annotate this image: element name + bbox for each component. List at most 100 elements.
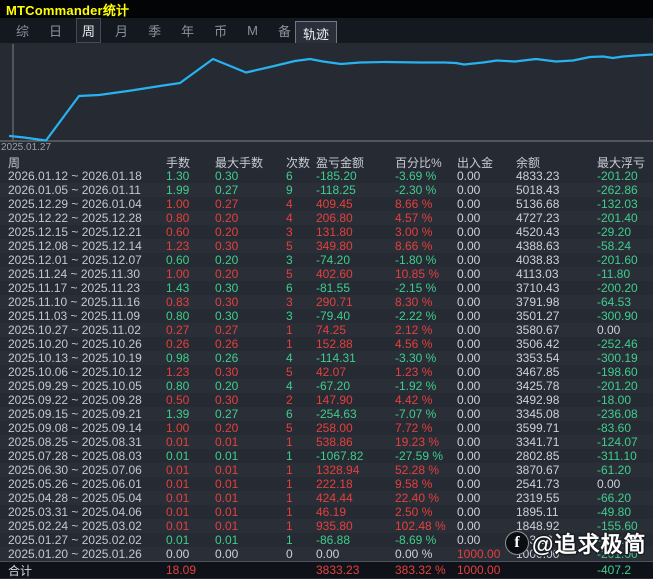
table-row[interactable]: 2025.02.24 ~ 2025.03.020.010.011935.8010…: [0, 519, 653, 533]
cell-period: 2025.10.13 ~ 2025.10.19: [0, 351, 166, 365]
table-row[interactable]: 2025.10.27 ~ 2025.11.020.270.27174.252.1…: [0, 323, 653, 337]
cell-lots: 0.80: [166, 379, 215, 393]
cell-cash: 0.00: [457, 379, 516, 393]
cell-balance: 2541.73: [516, 477, 597, 491]
cell-max_float: -200.20: [597, 281, 645, 295]
cell-times: 1: [286, 519, 316, 533]
cell-balance: 3506.42: [516, 337, 597, 351]
table-row[interactable]: 2025.10.13 ~ 2025.10.190.980.264-114.31-…: [0, 351, 653, 365]
table-row[interactable]: 2025.11.03 ~ 2025.11.090.800.303-79.40-2…: [0, 309, 653, 323]
cell-cash: 0.00: [457, 449, 516, 463]
cell-lots: 1.99: [166, 183, 215, 197]
table-row[interactable]: 2025.09.15 ~ 2025.09.211.390.276-254.63-…: [0, 407, 653, 421]
table-row[interactable]: 2025.09.22 ~ 2025.09.280.500.302147.904.…: [0, 393, 653, 407]
menu-item-M[interactable]: M: [241, 20, 264, 41]
table-row[interactable]: 2025.11.10 ~ 2025.11.160.830.303290.718.…: [0, 295, 653, 309]
cell-period: 2025.03.31 ~ 2025.04.06: [0, 505, 166, 519]
table-row[interactable]: 2025.01.27 ~ 2025.02.020.010.011-86.88-8…: [0, 533, 653, 547]
column-header-lots[interactable]: 手数: [166, 154, 215, 171]
table-row[interactable]: 2025.12.22 ~ 2025.12.280.800.204206.804.…: [0, 211, 653, 225]
cell-balance: 3345.08: [516, 407, 597, 421]
menu-item-月[interactable]: 月: [109, 18, 134, 43]
table-row[interactable]: 2025.06.30 ~ 2025.07.060.010.0111328.945…: [0, 463, 653, 477]
menu-item-币[interactable]: 币: [208, 18, 233, 43]
menu-item-周[interactable]: 周: [76, 18, 101, 43]
cell-pl: -74.20: [316, 253, 395, 267]
table-header-row: 周手数最大手数次数盈亏金额百分比%出入金余额最大浮亏: [0, 155, 653, 169]
column-header-cash[interactable]: 出入金: [457, 154, 516, 171]
total-cash: 1000.00: [457, 563, 516, 577]
cell-times: 3: [286, 309, 316, 323]
table-row[interactable]: 2025.10.20 ~ 2025.10.260.260.261152.884.…: [0, 337, 653, 351]
table-row[interactable]: 2025.07.28 ~ 2025.08.030.010.011-1067.82…: [0, 449, 653, 463]
table-row[interactable]: 2025.01.20 ~ 2025.01.260.000.0000.000.00…: [0, 547, 653, 561]
cell-cash: 0.00: [457, 169, 516, 183]
cell-cash: 0.00: [457, 365, 516, 379]
cell-max_lots: 0.01: [215, 491, 286, 505]
cell-max_lots: 0.01: [215, 463, 286, 477]
column-header-pct[interactable]: 百分比%: [395, 154, 457, 171]
cell-balance: 3353.54: [516, 351, 597, 365]
table-row[interactable]: 2025.12.15 ~ 2025.12.210.600.203131.803.…: [0, 225, 653, 239]
menu-item-备[interactable]: 备: [272, 18, 297, 43]
cell-max_float: -49.80: [597, 505, 645, 519]
table-row[interactable]: 2026.01.12 ~ 2026.01.181.300.306-185.20-…: [0, 169, 653, 183]
cell-cash: 0.00: [457, 505, 516, 519]
table-row[interactable]: 2025.04.28 ~ 2025.05.040.010.011424.4422…: [0, 491, 653, 505]
column-header-pl[interactable]: 盈亏金额: [316, 154, 395, 171]
column-header-max_float[interactable]: 最大浮亏: [597, 154, 645, 171]
cell-times: 3: [286, 295, 316, 309]
cell-pct: -3.30 %: [395, 351, 457, 365]
cell-balance: 4038.83: [516, 253, 597, 267]
table-row[interactable]: 2025.08.25 ~ 2025.08.310.010.011538.8619…: [0, 435, 653, 449]
column-header-times[interactable]: 次数: [286, 154, 316, 171]
cell-cash: 0.00: [457, 253, 516, 267]
cell-lots: 1.23: [166, 239, 215, 253]
table-row[interactable]: 2025.05.26 ~ 2025.06.010.010.011222.189.…: [0, 477, 653, 491]
table-row[interactable]: 2025.12.01 ~ 2025.12.070.600.203-74.20-1…: [0, 253, 653, 267]
cell-pct: 2.50 %: [395, 505, 457, 519]
cell-period: 2025.01.20 ~ 2025.01.26: [0, 547, 166, 561]
table-row[interactable]: 2025.12.29 ~ 2026.01.041.000.274409.458.…: [0, 197, 653, 211]
table-row[interactable]: 2025.09.29 ~ 2025.10.050.800.204-67.20-1…: [0, 379, 653, 393]
table-row[interactable]: 2026.01.05 ~ 2026.01.111.990.279-118.25-…: [0, 183, 653, 197]
table-row[interactable]: 2025.10.06 ~ 2025.10.121.230.30542.071.2…: [0, 365, 653, 379]
cell-times: 1: [286, 533, 316, 547]
cell-max_lots: 0.20: [215, 267, 286, 281]
cell-times: 3: [286, 225, 316, 239]
column-header-balance[interactable]: 余额: [516, 154, 597, 171]
cell-times: 1: [286, 505, 316, 519]
menu-item-综[interactable]: 综: [10, 18, 35, 43]
table-row[interactable]: 2025.03.31 ~ 2025.04.060.010.01146.192.5…: [0, 505, 653, 519]
menu-item-日[interactable]: 日: [43, 18, 68, 43]
table-row[interactable]: 2025.11.17 ~ 2025.11.231.430.306-81.55-2…: [0, 281, 653, 295]
menu-item-年[interactable]: 年: [175, 18, 200, 43]
cell-max_float: -83.60: [597, 421, 645, 435]
total-pl: 3833.23: [316, 563, 395, 577]
cell-times: 5: [286, 267, 316, 281]
table-total-row: 合计18.093833.23383.32 %1000.00-407.2: [0, 561, 653, 578]
column-header-period[interactable]: 周: [0, 154, 166, 171]
total-lots: 18.09: [166, 563, 215, 577]
cell-lots: 0.83: [166, 295, 215, 309]
column-header-max_lots[interactable]: 最大手数: [215, 154, 286, 171]
cell-lots: 0.27: [166, 323, 215, 337]
cell-cash: 0.00: [457, 281, 516, 295]
cell-cash: 0.00: [457, 197, 516, 211]
cell-period: 2025.02.24 ~ 2025.03.02: [0, 519, 166, 533]
cell-max_float: -29.20: [597, 225, 645, 239]
cell-lots: 0.01: [166, 449, 215, 463]
cell-max_lots: 0.01: [215, 533, 286, 547]
cell-max_float: -300.90: [597, 309, 645, 323]
menu-item-季[interactable]: 季: [142, 18, 167, 43]
cell-max_lots: 0.30: [215, 295, 286, 309]
weekly-stats-table: 周手数最大手数次数盈亏金额百分比%出入金余额最大浮亏 2026.01.12 ~ …: [0, 155, 653, 561]
table-row[interactable]: 2025.12.08 ~ 2025.12.141.230.305349.808.…: [0, 239, 653, 253]
cell-pl: -79.40: [316, 309, 395, 323]
cell-balance: 5136.68: [516, 197, 597, 211]
cell-lots: 0.01: [166, 463, 215, 477]
cell-max_lots: 0.20: [215, 379, 286, 393]
table-row[interactable]: 2025.11.24 ~ 2025.11.301.000.205402.6010…: [0, 267, 653, 281]
cell-pl: 152.88: [316, 337, 395, 351]
table-row[interactable]: 2025.09.08 ~ 2025.09.141.000.205258.007.…: [0, 421, 653, 435]
